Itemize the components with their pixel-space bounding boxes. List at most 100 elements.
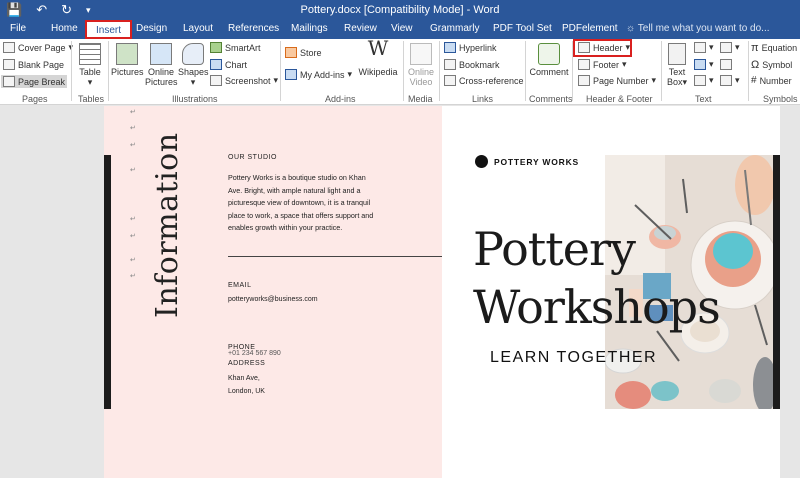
tell-me-search[interactable]: ☼ Tell me what you want to do... (626, 23, 770, 34)
email-value: potteryworks@business.com (228, 296, 318, 303)
wikipedia-label: Wikipedia (358, 67, 398, 77)
group-label-links: Links (472, 94, 494, 104)
shapes-icon (182, 43, 204, 65)
cross-reference-button[interactable]: Cross-reference (444, 75, 524, 86)
paragraph-mark: ↵ (130, 273, 136, 280)
paragraph-mark: ↵ (130, 233, 136, 240)
pictures-label: Pictures (111, 67, 144, 77)
tab-home[interactable]: Home (51, 23, 78, 34)
online-video-button[interactable]: Online Video (405, 43, 437, 87)
studio-description: Pottery Works is a boutique studio on Kh… (228, 172, 378, 235)
right-accent-bar (773, 155, 780, 409)
group-label-symbols: Symbols (763, 94, 798, 104)
signature-line-button[interactable]: ▾ (720, 42, 740, 53)
hyperlink-button[interactable]: Hyperlink (444, 42, 497, 53)
drop-cap-icon (694, 75, 706, 86)
date-time-button[interactable] (720, 59, 732, 70)
store-icon (285, 47, 297, 58)
blank-page-label: Blank Page (18, 59, 65, 70)
footer-button[interactable]: Footer ▾ (578, 59, 627, 70)
tab-design[interactable]: Design (136, 23, 167, 34)
shapes-button[interactable]: Shapes ▾ (178, 43, 209, 87)
ribbon-divider (403, 41, 404, 101)
page-number-icon (578, 75, 590, 86)
tab-layout[interactable]: Layout (183, 23, 213, 34)
object-button[interactable]: ▾ (720, 75, 740, 86)
tab-view[interactable]: View (391, 23, 413, 34)
ribbon-divider (525, 41, 526, 101)
signature-line-icon (720, 42, 732, 53)
headline-line-1: Pottery (473, 222, 636, 276)
text-box-button[interactable]: Text Box▾ (664, 43, 690, 87)
drop-cap-button[interactable]: ▾ (694, 75, 714, 86)
my-addins-button[interactable]: My Add-ins ▾ (285, 69, 352, 80)
group-label-addins: Add-ins (325, 94, 356, 104)
studio-line: Ave. Bright, with ample natural light an… (228, 185, 361, 195)
page-number-label: Page Number (593, 75, 649, 86)
lightbulb-icon: ☼ (626, 23, 636, 34)
ribbon-tabs: File Home Insert Design Layout Reference… (0, 20, 800, 39)
pi-icon: π (751, 42, 759, 54)
blank-page-button[interactable]: Blank Page (3, 59, 64, 70)
tab-file[interactable]: File (10, 23, 26, 34)
store-button[interactable]: Store (285, 47, 322, 58)
group-label-illustrations: Illustrations (172, 94, 218, 104)
smartart-button[interactable]: SmartArt (210, 42, 261, 53)
pottery-logo-icon (475, 155, 488, 168)
online-pictures-icon (150, 43, 172, 65)
table-icon (79, 43, 101, 65)
screenshot-button[interactable]: Screenshot ▾ (210, 75, 278, 86)
tab-pdfelement[interactable]: PDFelement (562, 23, 618, 34)
online-video-label-2: Video (409, 77, 433, 87)
email-heading: EMAIL (228, 282, 252, 289)
smartart-label: SmartArt (225, 42, 261, 53)
table-label: Table (79, 67, 101, 77)
my-addins-icon (285, 69, 297, 80)
online-pictures-label-1: Online (147, 67, 174, 77)
studio-line: picturesque view of downtown, it is a tr… (228, 198, 371, 207)
pictures-button[interactable]: Pictures (111, 43, 144, 77)
online-pictures-button[interactable]: Online Pictures (145, 43, 178, 87)
text-box-label-2: Box (666, 77, 683, 87)
wordart-button[interactable]: ▾ (694, 59, 714, 70)
pictures-icon (116, 43, 138, 65)
page-number-button[interactable]: Page Number ▾ (578, 75, 656, 86)
studio-heading: OUR STUDIO (228, 154, 277, 161)
header-highlight (573, 39, 632, 57)
studio-line: Pottery Works is a boutique studio on Kh… (228, 173, 366, 182)
wikipedia-button[interactable]: W Wikipedia (357, 36, 399, 77)
group-label-comments: Comments (529, 94, 573, 104)
window-title: Pottery.docx [Compatibility Mode] - Word (300, 4, 500, 16)
hyperlink-icon (444, 42, 456, 53)
chart-button[interactable]: Chart (210, 59, 247, 70)
quick-parts-button[interactable]: ▾ (694, 42, 714, 53)
number-label: Number (759, 75, 792, 86)
cover-page-label: Cover Page (18, 42, 66, 53)
wikipedia-icon: W (367, 36, 389, 60)
number-button[interactable]: # Number (751, 75, 792, 86)
tab-references[interactable]: References (228, 23, 279, 34)
bookmark-button[interactable]: Bookmark (444, 59, 500, 70)
screenshot-label: Screenshot (225, 75, 271, 86)
tab-grammarly[interactable]: Grammarly (430, 23, 479, 34)
text-box-icon (668, 43, 686, 65)
cover-page-button[interactable]: Cover Page▾ (3, 42, 73, 53)
object-icon (720, 75, 732, 86)
symbol-button[interactable]: Ω Symbol (751, 59, 792, 71)
tab-insert[interactable]: Insert (85, 20, 133, 39)
tab-mailings[interactable]: Mailings (291, 23, 328, 34)
equation-button[interactable]: π Equation (751, 42, 797, 54)
ribbon-divider (71, 41, 72, 101)
group-label-header-footer: Header & Footer (586, 94, 653, 104)
page-break-button[interactable]: Page Break (1, 75, 68, 88)
tab-review[interactable]: Review (344, 23, 377, 34)
address-heading: ADDRESS (228, 360, 266, 367)
ribbon-divider (661, 41, 662, 101)
symbol-label: Symbol (762, 60, 793, 70)
comment-button[interactable]: Comment (528, 43, 570, 77)
tab-pdf-tool-set[interactable]: PDF Tool Set (493, 23, 552, 34)
paragraph-mark: ↵ (130, 109, 136, 116)
group-label-tables: Tables (78, 94, 105, 104)
omega-icon: Ω (751, 59, 760, 71)
table-button[interactable]: Table ▾ (76, 43, 104, 87)
